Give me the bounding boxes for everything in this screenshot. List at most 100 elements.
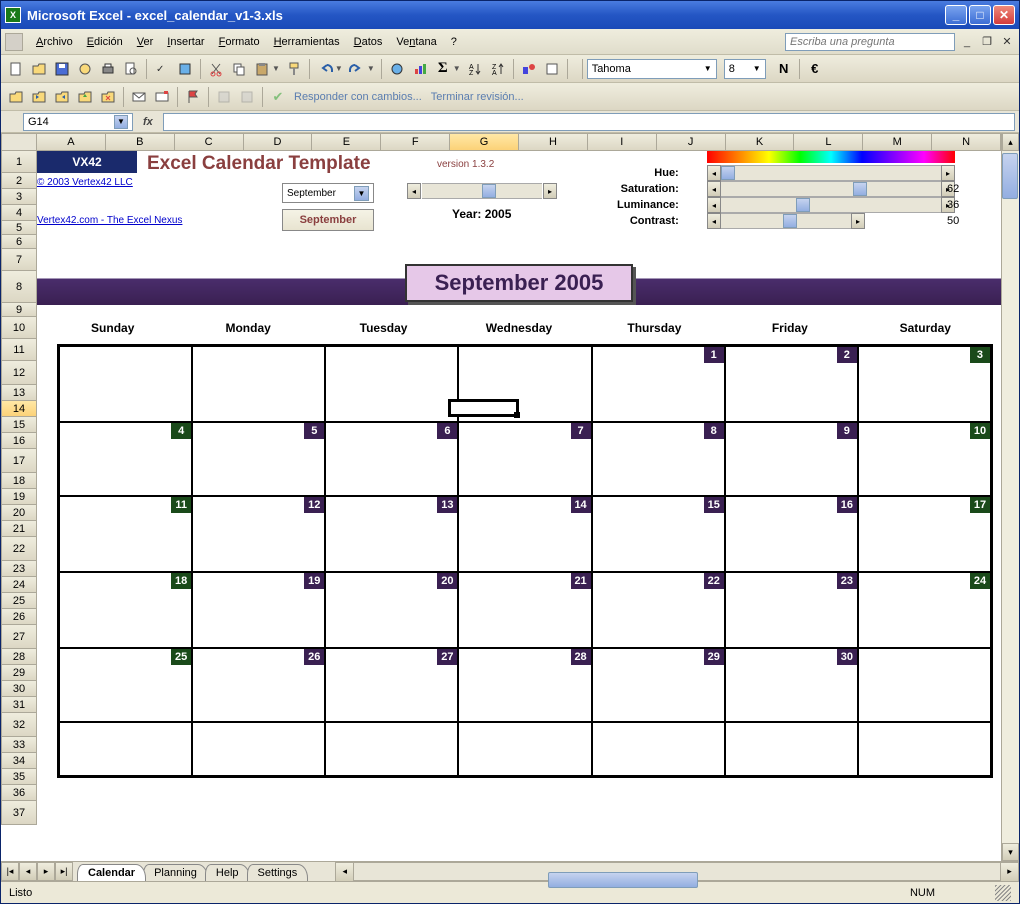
calendar-cell[interactable]: 5 bbox=[192, 422, 325, 496]
calendar-cell[interactable]: 24 bbox=[858, 572, 991, 648]
folder-out-icon[interactable] bbox=[51, 86, 73, 108]
scroll-down-icon[interactable]: ▾ bbox=[1002, 843, 1019, 861]
print-preview-icon[interactable] bbox=[120, 58, 142, 80]
calendar-cell[interactable]: 16 bbox=[725, 496, 858, 572]
calendar-cell[interactable]: 8 bbox=[592, 422, 725, 496]
menu-datos[interactable]: Datos bbox=[347, 34, 390, 50]
horizontal-scrollbar[interactable]: ◂ ▸ bbox=[335, 862, 1019, 881]
col-header-N[interactable]: N bbox=[932, 133, 1001, 151]
menu-ventana[interactable]: Ventana bbox=[389, 34, 443, 50]
col-header-K[interactable]: K bbox=[726, 133, 795, 151]
row-header-24[interactable]: 24 bbox=[1, 577, 37, 593]
review-tool-b[interactable] bbox=[236, 86, 258, 108]
calendar-cell[interactable]: 23 bbox=[725, 572, 858, 648]
september-button[interactable]: September bbox=[282, 209, 374, 231]
menu-archivo[interactable]: Archivo bbox=[29, 34, 80, 50]
col-header-M[interactable]: M bbox=[863, 133, 932, 151]
row-header-16[interactable]: 16 bbox=[1, 433, 37, 449]
print-icon[interactable] bbox=[97, 58, 119, 80]
col-header-H[interactable]: H bbox=[519, 133, 588, 151]
calendar-cell[interactable]: 13 bbox=[325, 496, 458, 572]
tab-nav-prev[interactable]: ◂ bbox=[19, 862, 37, 881]
calendar-cell[interactable]: 7 bbox=[458, 422, 591, 496]
row-header-4[interactable]: 4 bbox=[1, 205, 37, 221]
calendar-cell[interactable]: 15 bbox=[592, 496, 725, 572]
calendar-cell[interactable]: 21 bbox=[458, 572, 591, 648]
calendar-cell[interactable]: 2 bbox=[725, 346, 858, 422]
calendar-cell[interactable]: 11 bbox=[59, 496, 192, 572]
folder-x-icon[interactable] bbox=[97, 86, 119, 108]
tab-settings[interactable]: Settings bbox=[247, 864, 309, 881]
row-header-29[interactable]: 29 bbox=[1, 665, 37, 681]
calendar-cell[interactable]: 29 bbox=[592, 648, 725, 722]
resize-grip[interactable] bbox=[995, 885, 1011, 901]
col-header-F[interactable]: F bbox=[381, 133, 450, 151]
menu-help[interactable]: ? bbox=[444, 34, 464, 50]
menu-ver[interactable]: Ver bbox=[130, 34, 161, 50]
doc-minimize[interactable]: _ bbox=[959, 35, 975, 49]
calendar-cell[interactable]: 28 bbox=[458, 648, 591, 722]
vscroll-thumb[interactable] bbox=[1002, 153, 1018, 199]
undo-icon[interactable] bbox=[314, 58, 336, 80]
tab-help[interactable]: Help bbox=[205, 864, 250, 881]
maximize-button[interactable]: □ bbox=[969, 5, 991, 25]
row-header-23[interactable]: 23 bbox=[1, 561, 37, 577]
tab-calendar[interactable]: Calendar bbox=[77, 864, 146, 881]
row-header-32[interactable]: 32 bbox=[1, 713, 37, 737]
row-header-36[interactable]: 36 bbox=[1, 785, 37, 801]
calendar-cell[interactable]: 14 bbox=[458, 496, 591, 572]
year-slider[interactable]: ◂ ▸ bbox=[407, 183, 557, 199]
col-header-G[interactable]: G bbox=[450, 133, 519, 151]
app-menu-icon[interactable] bbox=[5, 33, 23, 51]
col-header-C[interactable]: C bbox=[175, 133, 244, 151]
paste-icon[interactable] bbox=[251, 58, 273, 80]
cut-icon[interactable] bbox=[205, 58, 227, 80]
row-header-25[interactable]: 25 bbox=[1, 593, 37, 609]
tab-nav-last[interactable]: ▸| bbox=[55, 862, 73, 881]
row-header-7[interactable]: 7 bbox=[1, 249, 37, 271]
namebox-dropdown[interactable]: ▼ bbox=[114, 115, 128, 129]
copy-icon[interactable] bbox=[228, 58, 250, 80]
calendar-cell[interactable] bbox=[592, 722, 725, 776]
autosum-dropdown[interactable]: ▼ bbox=[453, 64, 463, 73]
calendar-cell[interactable]: 1 bbox=[592, 346, 725, 422]
save-icon[interactable] bbox=[51, 58, 73, 80]
ask-question-box[interactable] bbox=[785, 33, 955, 51]
col-header-A[interactable]: A bbox=[37, 133, 106, 151]
row-header-31[interactable]: 31 bbox=[1, 697, 37, 713]
calendar-cell[interactable] bbox=[458, 722, 591, 776]
calendar-cell[interactable] bbox=[59, 346, 192, 422]
row-header-37[interactable]: 37 bbox=[1, 801, 37, 825]
tab-planning[interactable]: Planning bbox=[143, 864, 208, 881]
row-header-20[interactable]: 20 bbox=[1, 505, 37, 521]
menu-formato[interactable]: Formato bbox=[212, 34, 267, 50]
chevron-down-icon[interactable]: ▼ bbox=[354, 186, 369, 201]
calendar-cell[interactable]: 27 bbox=[325, 648, 458, 722]
research-icon[interactable] bbox=[174, 58, 196, 80]
mail-flag-icon[interactable] bbox=[151, 86, 173, 108]
scroll-up-icon[interactable]: ▴ bbox=[1002, 133, 1019, 151]
flag-icon[interactable] bbox=[182, 86, 204, 108]
bold-button[interactable]: N bbox=[773, 58, 795, 80]
calendar-cell[interactable] bbox=[192, 346, 325, 422]
responder-label[interactable]: Responder con cambios... bbox=[290, 91, 426, 103]
calendar-cell[interactable]: 3 bbox=[858, 346, 991, 422]
menu-herramientas[interactable]: Herramientas bbox=[267, 34, 347, 50]
row-header-26[interactable]: 26 bbox=[1, 609, 37, 625]
con-right[interactable]: ▸ bbox=[851, 213, 865, 229]
doc-restore[interactable]: ❐ bbox=[979, 35, 995, 49]
row-header-8[interactable]: 8 bbox=[1, 271, 37, 303]
fx-icon[interactable]: fx bbox=[143, 116, 153, 128]
col-header-B[interactable]: B bbox=[106, 133, 175, 151]
close-button[interactable]: ✕ bbox=[993, 5, 1015, 25]
row-header-33[interactable]: 33 bbox=[1, 737, 37, 753]
col-header-L[interactable]: L bbox=[794, 133, 863, 151]
font-size-select[interactable]: 8▼ bbox=[724, 59, 766, 79]
calendar-cell[interactable]: 26 bbox=[192, 648, 325, 722]
row-header-21[interactable]: 21 bbox=[1, 521, 37, 537]
row-header-15[interactable]: 15 bbox=[1, 417, 37, 433]
row-header-6[interactable]: 6 bbox=[1, 235, 37, 249]
permission-icon[interactable] bbox=[74, 58, 96, 80]
row-header-30[interactable]: 30 bbox=[1, 681, 37, 697]
row-header-34[interactable]: 34 bbox=[1, 753, 37, 769]
